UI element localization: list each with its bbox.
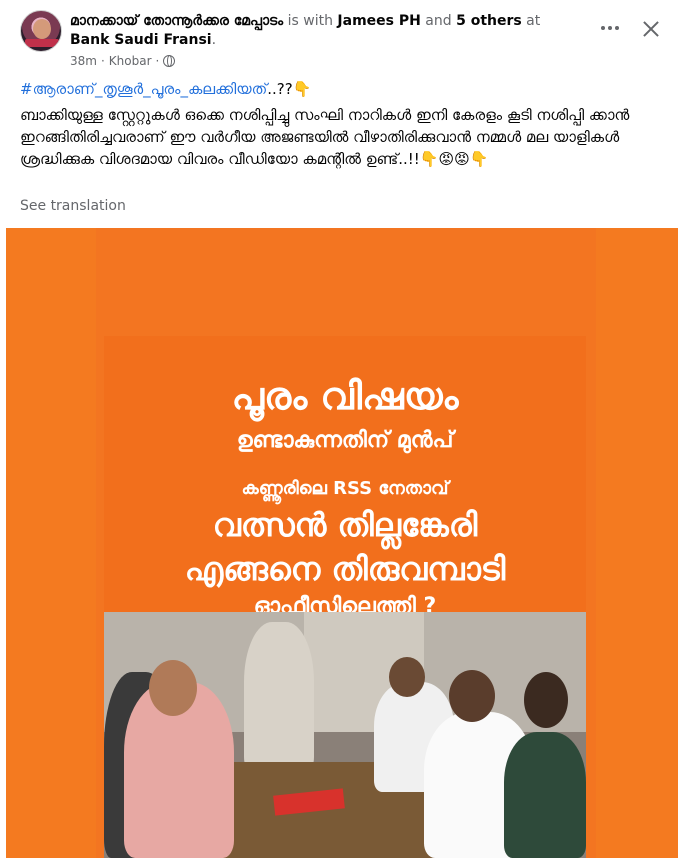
post-hashtag-line: #ആരാണ്_തൃശൂർ_പൂരം_കലക്കിയത്..??👇 bbox=[20, 80, 311, 98]
post-header: മാനക്കായ് തോന്നൂർക്കര മേപ്പാടം is with J… bbox=[0, 0, 684, 70]
poster-line-1: പൂരം വിഷയം bbox=[231, 374, 459, 418]
globe-icon bbox=[163, 55, 176, 67]
see-translation-link[interactable]: See translation bbox=[20, 198, 126, 214]
post-body: ബാക്കിയുള്ള സ്റ്റേറ്റുകൾ ഒക്കെ നശിപ്പിച്… bbox=[20, 106, 630, 168]
avatar-face bbox=[33, 19, 51, 39]
poster-line-3: കണ്ണൂരിലെ RSS നേതാവ് bbox=[241, 478, 449, 499]
person-figure bbox=[504, 732, 586, 858]
post-time[interactable]: 38m bbox=[70, 54, 97, 68]
post-meta: 38m · Khobar · bbox=[70, 54, 176, 68]
person-figure bbox=[244, 622, 314, 772]
place-suffix: . bbox=[211, 32, 217, 48]
poster-line-2: ഉണ്ടാകുന്നതിന് മുൻപ് bbox=[236, 428, 454, 453]
author-line: മാനക്കായ് തോന്നൂർക്കര മേപ്പാടം is with J… bbox=[70, 12, 630, 50]
meta-separator: · bbox=[155, 54, 160, 68]
avatar-band bbox=[25, 39, 59, 47]
place-link[interactable]: Bank Saudi Fransi bbox=[70, 32, 212, 48]
author-avatar[interactable] bbox=[20, 10, 62, 52]
post-media[interactable]: പൂരം വിഷയം ഉണ്ടാകുന്നതിന് മുൻപ് കണ്ണൂരില… bbox=[6, 228, 678, 858]
at-text: at bbox=[521, 13, 541, 29]
others-link[interactable]: 5 others bbox=[456, 13, 522, 29]
tagged-person[interactable]: Jamees PH bbox=[337, 13, 420, 29]
close-icon[interactable] bbox=[640, 18, 662, 40]
poster-line-4: വത്സൻ തില്ലങ്കേരി bbox=[212, 506, 478, 544]
person-head bbox=[389, 657, 425, 697]
author-name[interactable]: മാനക്കായ് തോന്നൂർക്കര മേപ്പാടം bbox=[70, 13, 283, 29]
with-text: is with bbox=[283, 13, 338, 29]
person-head bbox=[449, 670, 495, 722]
person-head bbox=[524, 672, 568, 728]
more-options-icon[interactable] bbox=[598, 16, 622, 40]
person-head bbox=[149, 660, 197, 716]
poster-line-5: എങ്ങനെ തിരുവമ്പാടി bbox=[184, 550, 506, 588]
and-text: and bbox=[420, 13, 457, 29]
hashtag-tail: ..??👇 bbox=[267, 80, 312, 98]
meta-separator: · bbox=[100, 54, 105, 68]
hashtag-link[interactable]: #ആരാണ്_തൃശൂർ_പൂരം_കലക്കിയത് bbox=[20, 80, 267, 98]
post-location: Khobar bbox=[108, 54, 152, 68]
meeting-photo bbox=[104, 612, 586, 858]
